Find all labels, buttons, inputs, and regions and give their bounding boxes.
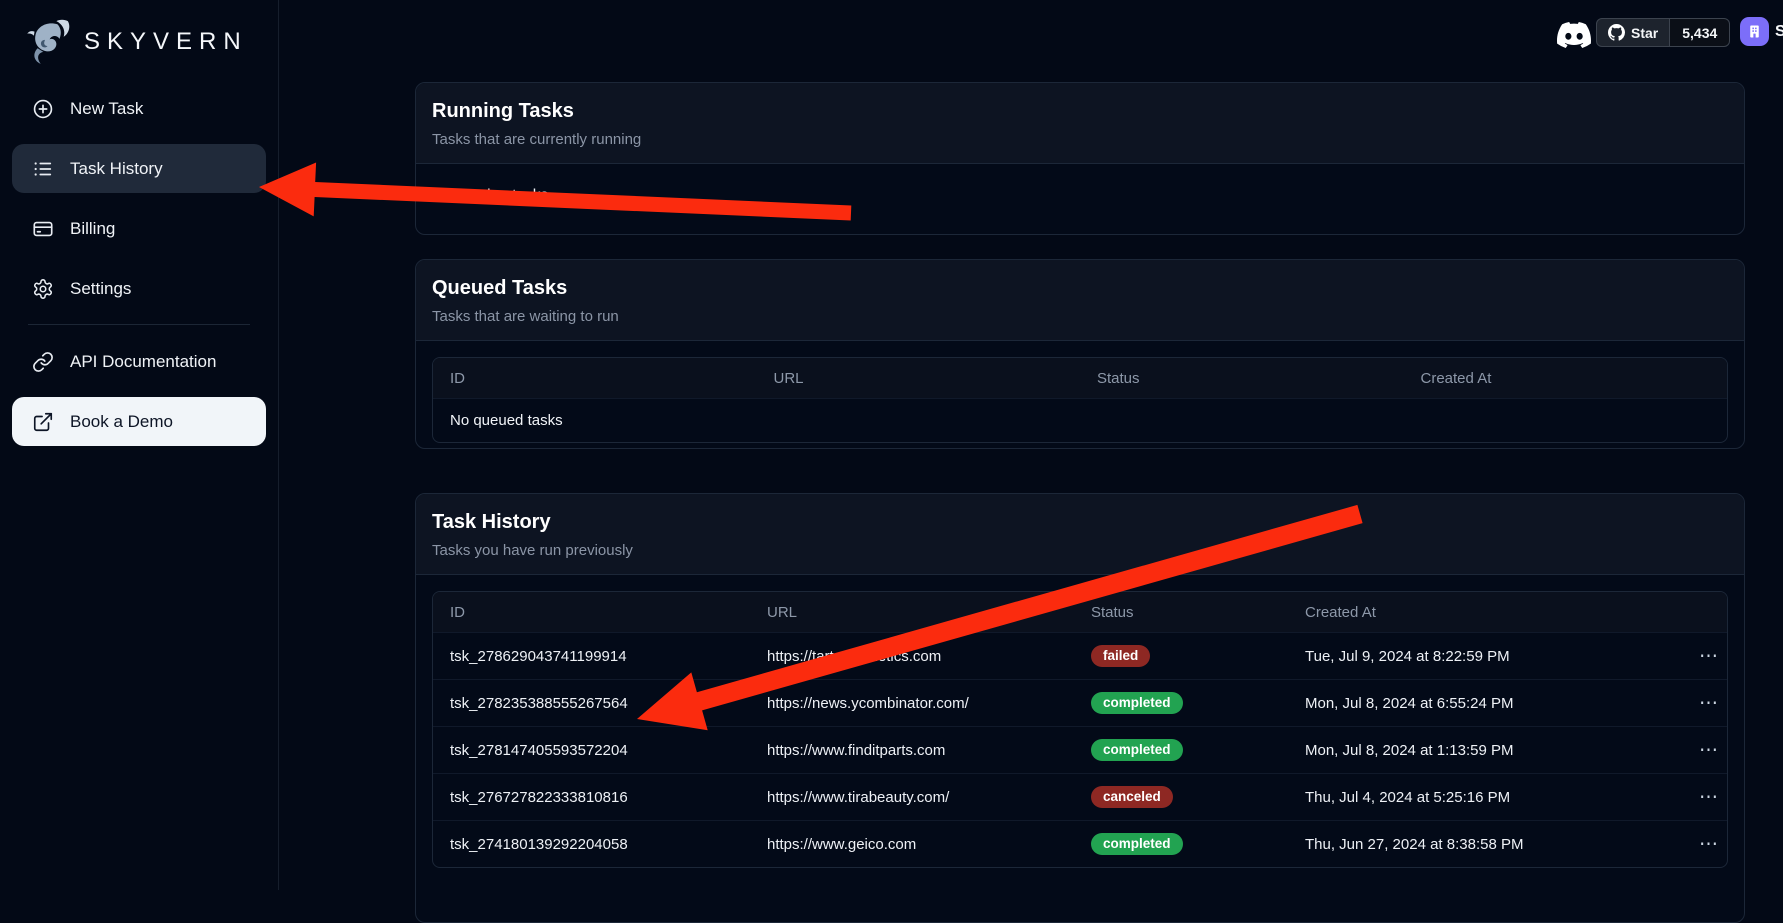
running-tasks-empty: No running tasks xyxy=(416,164,1744,228)
queued-tasks-card: Queued Tasks Tasks that are waiting to r… xyxy=(415,259,1745,449)
list-icon xyxy=(32,158,54,180)
task-history-row[interactable]: tsk_278235388555267564 https://news.ycom… xyxy=(433,679,1727,726)
gear-icon xyxy=(32,278,54,300)
column-header-status: Status xyxy=(1074,604,1288,621)
task-url-cell: https://news.ycombinator.com/ xyxy=(750,695,1074,712)
column-header-status: Status xyxy=(1080,370,1404,387)
building-icon xyxy=(1746,23,1763,40)
row-actions-button[interactable]: ⋯ xyxy=(1682,645,1728,668)
task-history-table: ID URL Status Created At tsk_27862904374… xyxy=(432,591,1728,868)
github-star-count[interactable]: 5,434 xyxy=(1670,18,1730,47)
skyvern-app: { "brand": { "name": "SKYVERN" }, "sideb… xyxy=(0,0,1783,890)
org-avatar[interactable] xyxy=(1740,17,1769,46)
table-header-row: ID URL Status Created At xyxy=(433,358,1727,398)
card-subtitle: Tasks that are waiting to run xyxy=(432,308,1728,325)
task-id-cell: tsk_278147405593572204 xyxy=(433,742,750,759)
github-star-button[interactable]: Star xyxy=(1596,18,1670,47)
sidebar-item-settings[interactable]: Settings xyxy=(12,264,266,313)
task-history-row[interactable]: tsk_278629043741199914 https://tartecosm… xyxy=(433,632,1727,679)
skyvern-logo xyxy=(22,17,72,67)
sidebar-item-label: Book a Demo xyxy=(70,412,173,432)
task-status-cell: completed xyxy=(1074,739,1288,762)
brand-name: SKYVERN xyxy=(84,28,248,56)
task-url-cell: https://www.geico.com xyxy=(750,836,1074,853)
task-url-cell: https://www.finditparts.com xyxy=(750,742,1074,759)
row-actions-button[interactable]: ⋯ xyxy=(1682,739,1728,762)
account-name[interactable]: Sk xyxy=(1775,23,1783,41)
sidebar-item-label: API Documentation xyxy=(70,352,216,372)
running-tasks-header: Running Tasks Tasks that are currently r… xyxy=(416,83,1744,164)
sidebar-item-api-documentation[interactable]: API Documentation xyxy=(12,337,266,386)
task-url-cell: https://tartecosmetics.com xyxy=(750,648,1074,665)
external-link-icon xyxy=(32,411,54,433)
github-star-widget[interactable]: Star 5,434 xyxy=(1596,18,1730,47)
github-icon xyxy=(1608,24,1625,41)
sidebar-item-billing[interactable]: Billing xyxy=(12,204,266,253)
sidebar: SKYVERN New Task Task History Billing S xyxy=(0,0,279,890)
row-actions-button[interactable]: ⋯ xyxy=(1682,786,1728,809)
column-header-created-at: Created At xyxy=(1404,370,1728,387)
task-created-at-cell: Mon, Jul 8, 2024 at 1:13:59 PM xyxy=(1288,742,1682,759)
topbar: Star 5,434 Sk xyxy=(279,0,1783,66)
sidebar-item-label: New Task xyxy=(70,99,143,119)
task-status-cell: canceled xyxy=(1074,786,1288,809)
task-status-cell: failed xyxy=(1074,645,1288,668)
row-actions-button[interactable]: ⋯ xyxy=(1682,833,1728,856)
task-status-cell: completed xyxy=(1074,833,1288,856)
link-icon xyxy=(32,351,54,373)
task-history-header: Task History Tasks you have run previous… xyxy=(416,494,1744,575)
card-subtitle: Tasks that are currently running xyxy=(432,131,1728,148)
status-badge: canceled xyxy=(1091,786,1173,809)
plus-circle-icon xyxy=(32,98,54,120)
task-id-cell: tsk_278235388555267564 xyxy=(433,695,750,712)
column-header-id: ID xyxy=(433,370,757,387)
credit-card-icon xyxy=(32,218,54,240)
task-history-card: Task History Tasks you have run previous… xyxy=(415,493,1745,923)
row-actions-button[interactable]: ⋯ xyxy=(1682,692,1728,715)
column-header-id: ID xyxy=(433,604,750,621)
task-created-at-cell: Mon, Jul 8, 2024 at 6:55:24 PM xyxy=(1288,695,1682,712)
task-history-row[interactable]: tsk_274180139292204058 https://www.geico… xyxy=(433,820,1727,867)
task-history-row[interactable]: tsk_278147405593572204 https://www.findi… xyxy=(433,726,1727,773)
status-badge: completed xyxy=(1091,833,1183,856)
status-badge: failed xyxy=(1091,645,1150,668)
queued-tasks-header: Queued Tasks Tasks that are waiting to r… xyxy=(416,260,1744,341)
sidebar-nav: New Task Task History Billing Settings xyxy=(0,74,278,446)
column-header-created-at: Created At xyxy=(1288,604,1682,621)
queued-tasks-empty-row: No queued tasks xyxy=(433,398,1727,442)
discord-icon[interactable] xyxy=(1557,18,1591,48)
task-history-row[interactable]: tsk_276727822333810816 https://www.tirab… xyxy=(433,773,1727,820)
sidebar-item-task-history[interactable]: Task History xyxy=(12,144,266,193)
task-id-cell: tsk_274180139292204058 xyxy=(433,836,750,853)
table-header-row: ID URL Status Created At xyxy=(433,592,1727,632)
brand: SKYVERN xyxy=(0,0,278,74)
status-badge: completed xyxy=(1091,739,1183,762)
sidebar-item-label: Billing xyxy=(70,219,115,239)
card-title: Task History xyxy=(432,511,1728,534)
task-id-cell: tsk_278629043741199914 xyxy=(433,648,750,665)
task-status-cell: completed xyxy=(1074,692,1288,715)
book-a-demo-button[interactable]: Book a Demo xyxy=(12,397,266,446)
sidebar-item-label: Settings xyxy=(70,279,131,299)
card-title: Running Tasks xyxy=(432,100,1728,123)
task-created-at-cell: Tue, Jul 9, 2024 at 8:22:59 PM xyxy=(1288,648,1682,665)
card-subtitle: Tasks you have run previously xyxy=(432,542,1728,559)
sidebar-item-label: Task History xyxy=(70,159,163,179)
task-created-at-cell: Thu, Jun 27, 2024 at 8:38:58 PM xyxy=(1288,836,1682,853)
task-created-at-cell: Thu, Jul 4, 2024 at 5:25:16 PM xyxy=(1288,789,1682,806)
card-title: Queued Tasks xyxy=(432,277,1728,300)
task-url-cell: https://www.tirabeauty.com/ xyxy=(750,789,1074,806)
task-id-cell: tsk_276727822333810816 xyxy=(433,789,750,806)
status-badge: completed xyxy=(1091,692,1183,715)
sidebar-divider xyxy=(28,324,250,325)
running-tasks-card: Running Tasks Tasks that are currently r… xyxy=(415,82,1745,235)
github-star-label: Star xyxy=(1631,25,1658,41)
column-header-url: URL xyxy=(750,604,1074,621)
queued-tasks-table: ID URL Status Created At No queued tasks xyxy=(432,357,1728,443)
column-header-url: URL xyxy=(757,370,1081,387)
queued-tasks-empty: No queued tasks xyxy=(433,412,580,429)
sidebar-item-new-task[interactable]: New Task xyxy=(12,84,266,133)
